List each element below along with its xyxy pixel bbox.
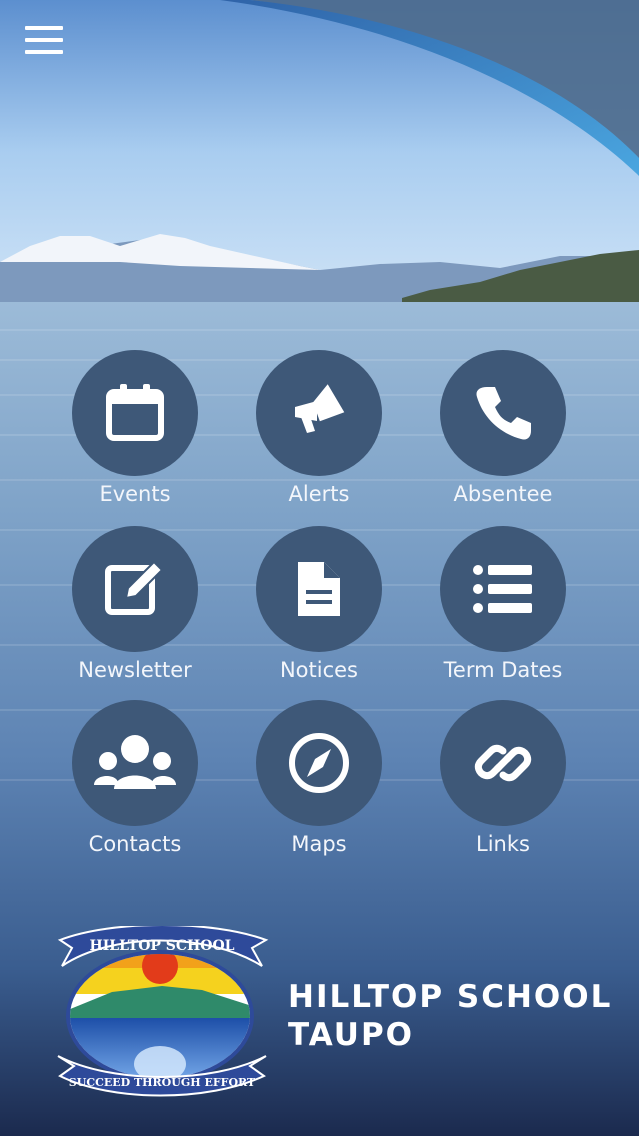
calendar-icon (106, 384, 164, 441)
tile-label: Contacts (88, 832, 182, 856)
tile-contacts[interactable]: Contacts (50, 700, 220, 860)
contacts-button[interactable] (72, 700, 198, 826)
school-name: HILLTOP SCHOOL TAUPO (288, 978, 612, 1054)
tile-newsletter[interactable]: Newsletter (50, 526, 220, 686)
app-screen: Events Alerts Absentee Newsletter Notice… (0, 0, 639, 1136)
megaphone-icon (295, 384, 345, 433)
links-button[interactable] (440, 700, 566, 826)
document-icon (298, 562, 340, 616)
link-icon (474, 744, 532, 782)
tile-label: Maps (291, 832, 347, 856)
tile-events[interactable]: Events (50, 350, 220, 510)
tile-label: Links (476, 832, 530, 856)
tile-label: Alerts (288, 482, 350, 506)
logo-motto: SUCCEED THROUGH EFFORT (69, 1076, 256, 1089)
tile-label: Events (99, 482, 171, 506)
events-button[interactable] (72, 350, 198, 476)
list-icon (473, 565, 532, 613)
tile-alerts[interactable]: Alerts (234, 350, 404, 510)
tile-links[interactable]: Links (418, 700, 588, 860)
absentee-button[interactable] (440, 350, 566, 476)
school-logo: HILLTOP SCHOOL SUCCEED THROUGH EFFORT (57, 926, 269, 1097)
compass-icon (289, 733, 349, 793)
phone-icon (476, 387, 531, 440)
term-dates-button[interactable] (440, 526, 566, 652)
tile-label: Newsletter (78, 658, 192, 682)
tile-label: Term Dates (443, 658, 563, 682)
tile-label: Absentee (453, 482, 553, 506)
edit-icon (105, 560, 164, 615)
tile-notices[interactable]: Notices (234, 526, 404, 686)
maps-button[interactable] (256, 700, 382, 826)
notices-button[interactable] (256, 526, 382, 652)
tile-term-dates[interactable]: Term Dates (418, 526, 588, 686)
newsletter-button[interactable] (72, 526, 198, 652)
tile-maps[interactable]: Maps (234, 700, 404, 860)
users-icon (94, 735, 176, 789)
school-name-line1: HILLTOP SCHOOL (288, 979, 613, 1015)
tile-label: Notices (279, 658, 359, 682)
tile-absentee[interactable]: Absentee (418, 350, 588, 510)
hamburger-menu-icon[interactable] (22, 24, 66, 56)
alerts-button[interactable] (256, 350, 382, 476)
school-name-line2: TAUPO (288, 1017, 415, 1053)
